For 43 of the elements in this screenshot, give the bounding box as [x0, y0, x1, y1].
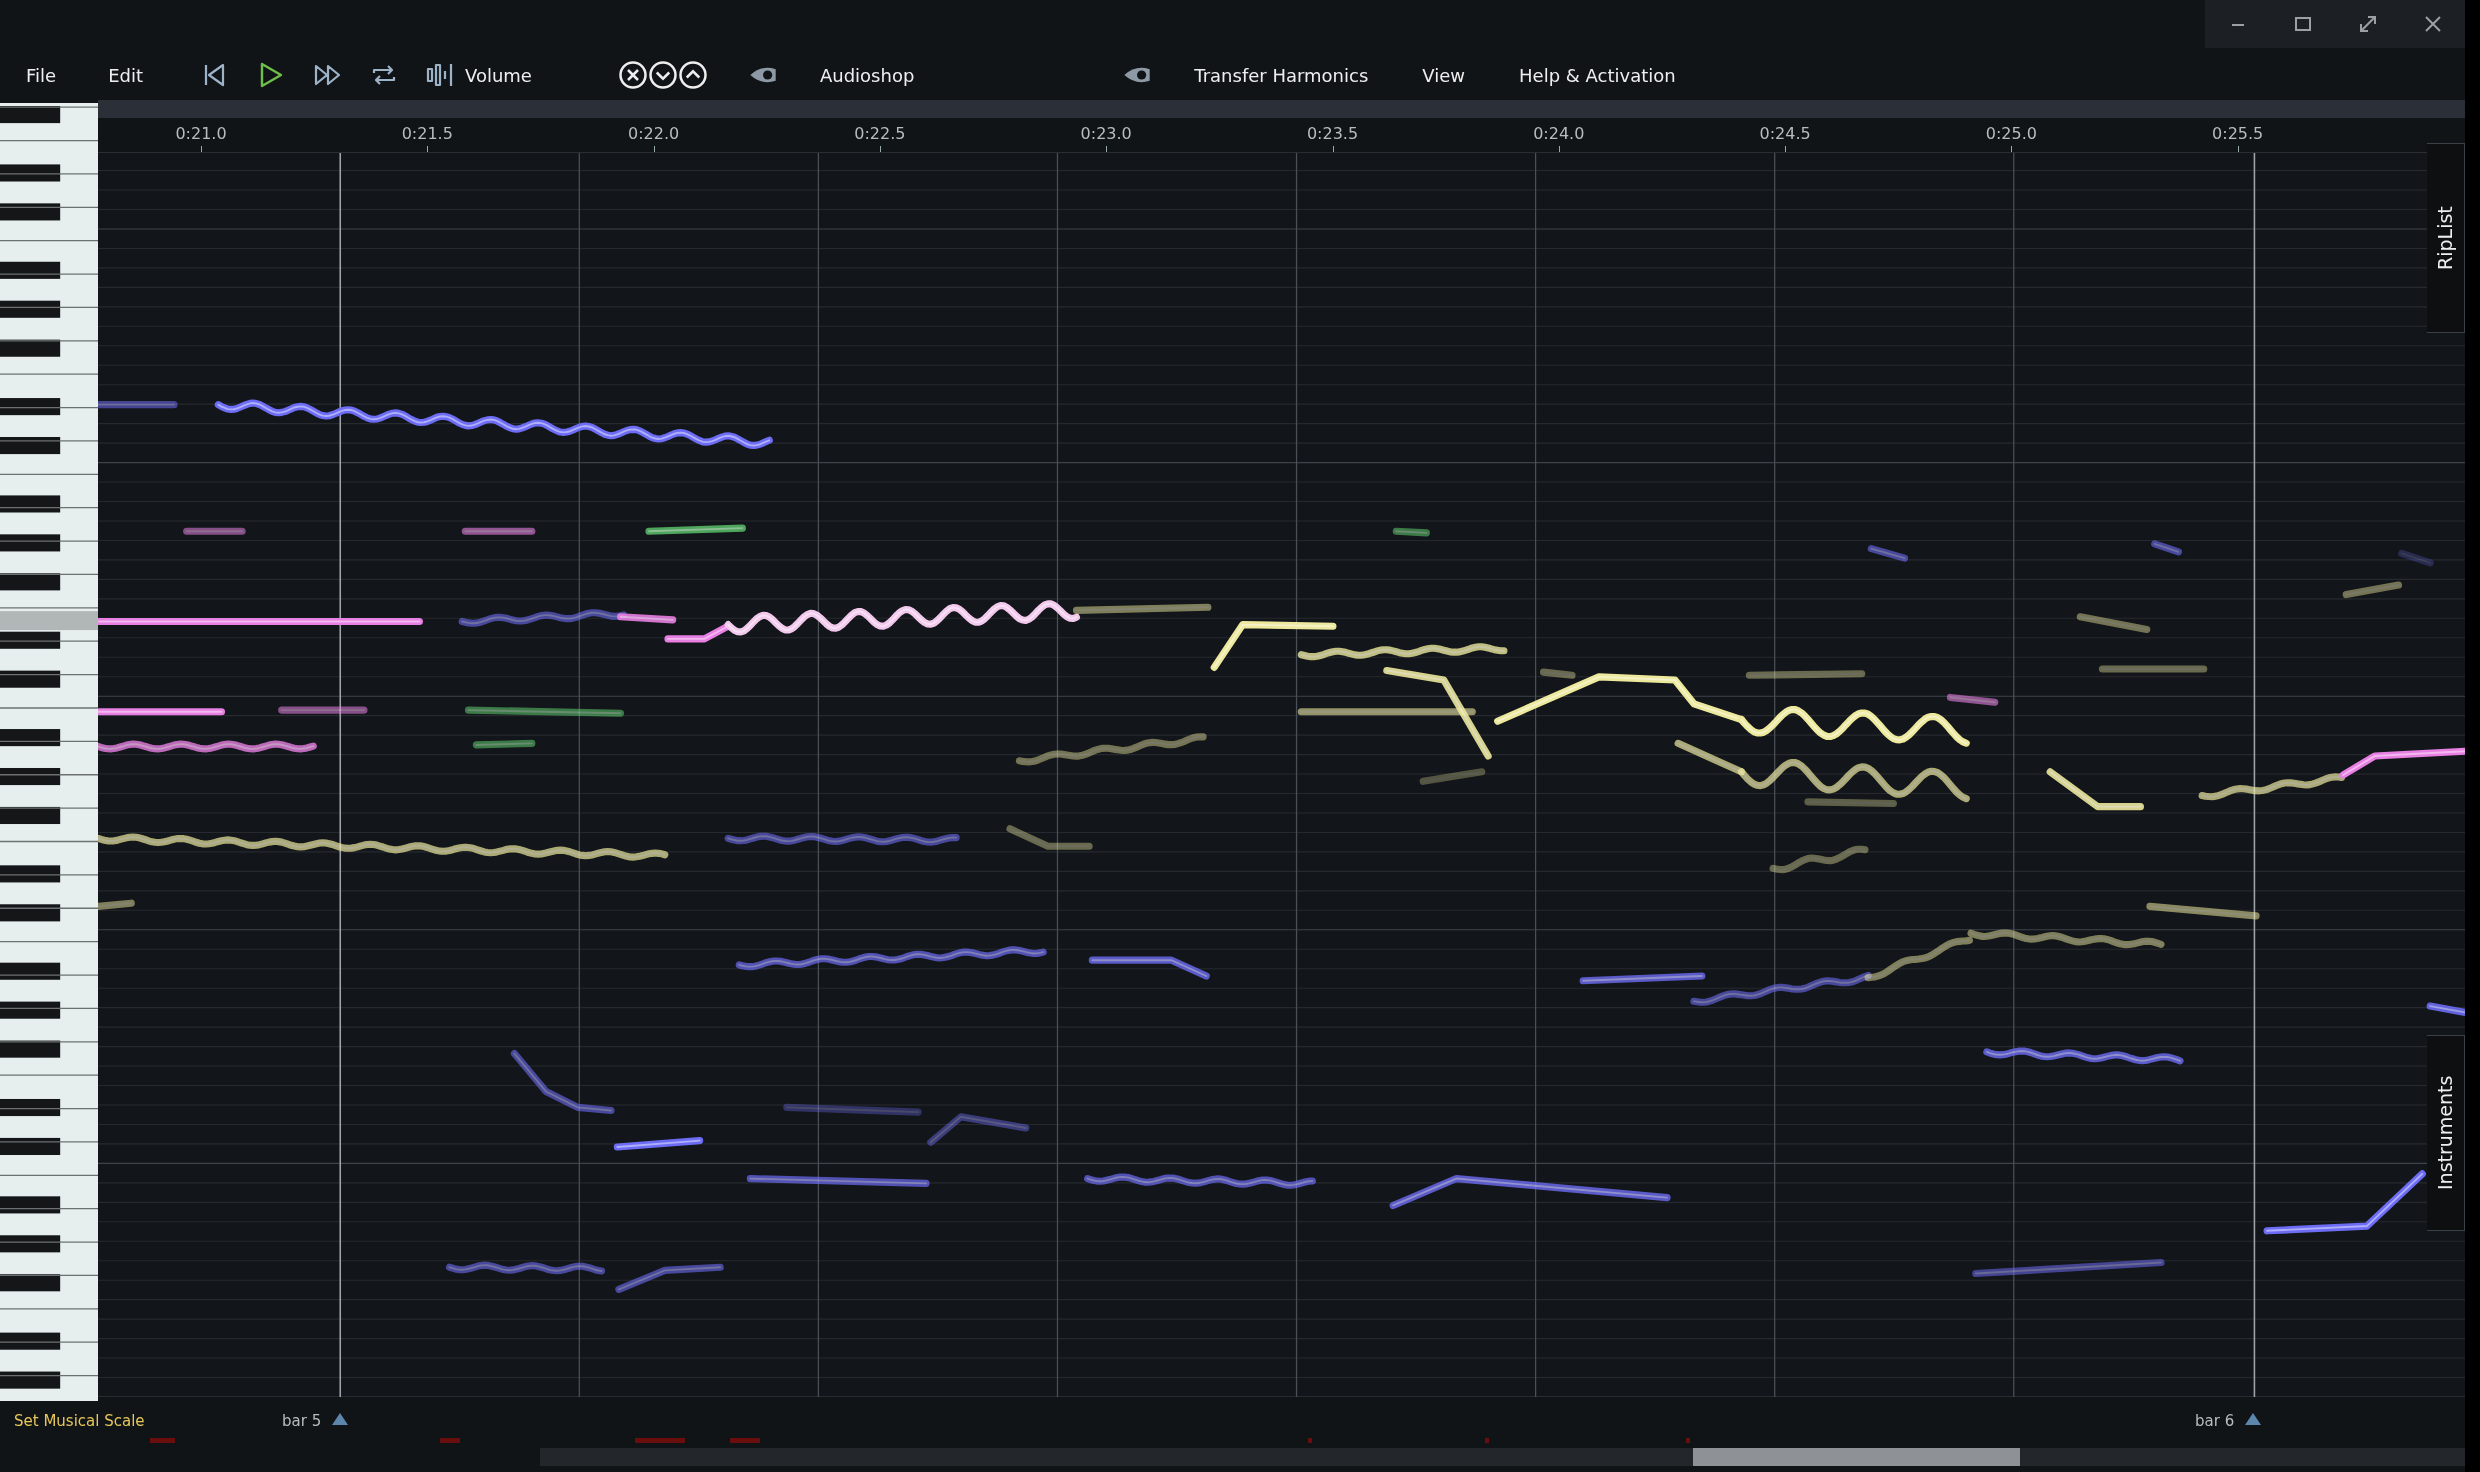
pitch-blob[interactable]: [1389, 1175, 1671, 1210]
scrollbar-thumb[interactable]: [1693, 1448, 2020, 1466]
bar-marker-icon[interactable]: [2244, 1412, 2262, 1426]
pitch-blob[interactable]: [458, 609, 628, 627]
scrollbar-track[interactable]: [540, 1448, 2465, 1466]
time-label: 0:23.0: [1079, 123, 1133, 145]
pitch-blob[interactable]: [98, 617, 423, 626]
menu-item[interactable]: Transfer Harmonics: [1194, 61, 1369, 89]
menu-item[interactable]: Edit: [108, 61, 143, 89]
time-label: 0:24.0: [1532, 123, 1586, 145]
time-label: 0:25.5: [2211, 123, 2265, 145]
time-label: 0:24.5: [1758, 123, 1812, 145]
audioshop-button[interactable]: Audioshop: [819, 61, 915, 89]
menu-item[interactable]: File: [26, 61, 57, 89]
set-scale-button[interactable]: Set Musical Scale: [14, 1410, 145, 1433]
bar-marker: bar 5: [282, 1411, 322, 1432]
pitch-blob[interactable]: [2263, 1170, 2426, 1235]
menu-item[interactable]: Help & Activation: [1519, 61, 1676, 89]
time-label: 0:23.5: [1305, 123, 1360, 145]
pitch-blob[interactable]: [2339, 747, 2465, 779]
close-circle-icon[interactable]: [617, 60, 648, 90]
chevron-down-circle-icon[interactable]: [647, 60, 678, 90]
pitch-blob[interactable]: [98, 740, 317, 753]
side-tab[interactable]: RipList: [2427, 143, 2465, 333]
pitch-blob[interactable]: [1983, 1047, 2184, 1065]
pitch-blob[interactable]: [2426, 1002, 2465, 1016]
time-label: 0:25.0: [1984, 123, 2038, 145]
chevron-up-circle-icon[interactable]: [677, 60, 708, 90]
time-label: 0:22.5: [853, 123, 907, 145]
time-label: 0:21.0: [174, 123, 228, 145]
pitch-blob[interactable]: [214, 399, 773, 450]
bar-marker: bar 6: [2195, 1411, 2235, 1432]
side-tab[interactable]: Instruments: [2427, 1035, 2465, 1231]
volume-button[interactable]: Volume: [465, 61, 532, 89]
pitch-blob[interactable]: [613, 1137, 704, 1151]
menu-item[interactable]: View: [1422, 61, 1466, 89]
pitch-blob[interactable]: [1579, 972, 1706, 985]
pitch-blob[interactable]: [1088, 956, 1210, 980]
time-label: 0:22.0: [627, 123, 681, 145]
time-label: 0:21.5: [400, 123, 454, 145]
pitch-blob[interactable]: [616, 613, 677, 624]
bar-marker-icon[interactable]: [331, 1412, 349, 1426]
pitch-blob[interactable]: [645, 524, 746, 535]
